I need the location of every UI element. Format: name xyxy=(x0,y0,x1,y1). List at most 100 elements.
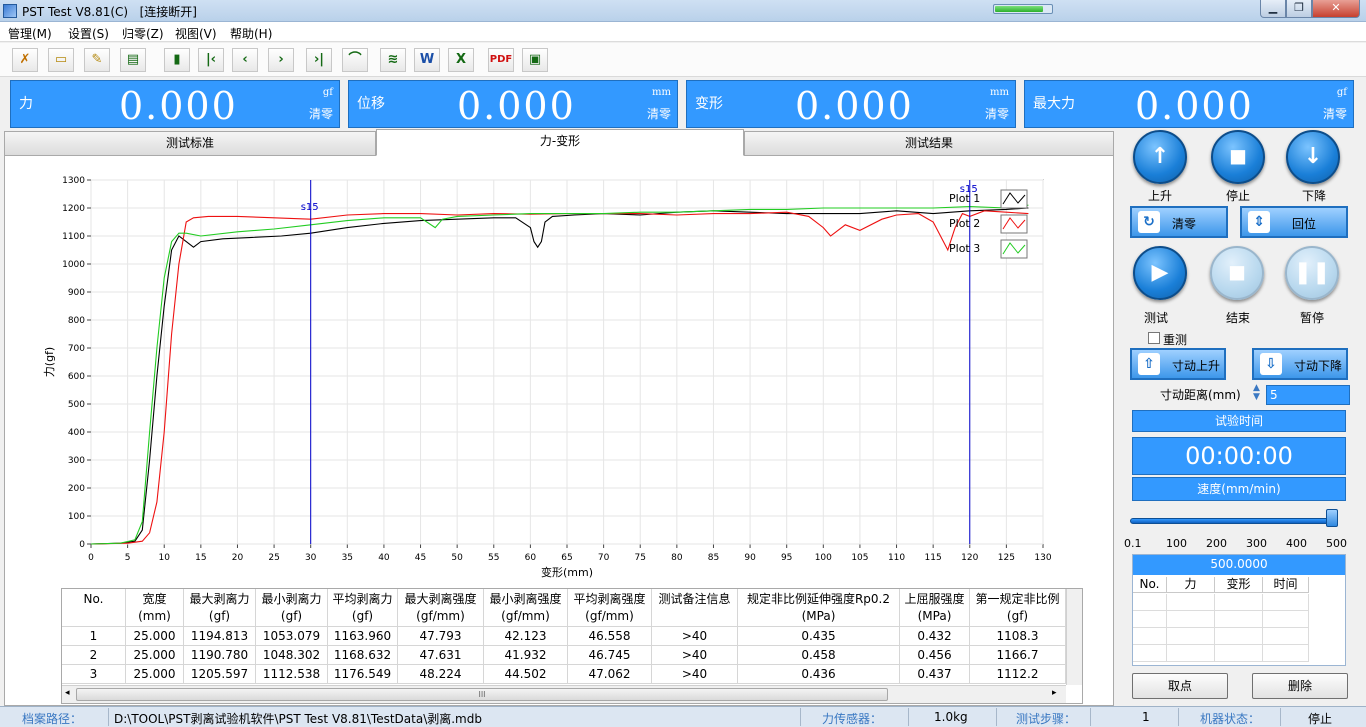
mini-table-cell[interactable] xyxy=(1167,645,1215,662)
speed-slider-thumb[interactable] xyxy=(1326,509,1338,527)
column-header[interactable]: 上屈服强度 (MPa) xyxy=(900,589,970,627)
table-cell[interactable]: 48.224 xyxy=(398,665,484,684)
tools-icon[interactable]: ✗ xyxy=(12,48,38,72)
menu-zero[interactable]: 归零(Z) xyxy=(122,25,164,42)
mini-table-cell[interactable] xyxy=(1133,594,1167,611)
column-header[interactable]: 最小剥离强度 (gf/mm) xyxy=(484,589,568,627)
tab-test-results[interactable]: 测试结果 xyxy=(744,131,1114,156)
column-header[interactable]: 测试备注信息 xyxy=(652,589,738,627)
table-cell[interactable]: 46.745 xyxy=(568,646,652,665)
speed-slider-track[interactable] xyxy=(1130,518,1338,524)
spinner-icon[interactable]: ▲ ▼ xyxy=(1253,384,1260,402)
maximize-button[interactable]: ❐ xyxy=(1286,0,1312,18)
table-cell[interactable]: 1194.813 xyxy=(184,627,256,646)
up-button[interactable]: ↑ xyxy=(1133,130,1187,184)
pdf-icon[interactable]: PDF xyxy=(488,48,514,72)
table-cell[interactable]: 1053.079 xyxy=(256,627,328,646)
force-zero-button[interactable]: 清零 xyxy=(309,105,333,122)
mini-table-cell[interactable] xyxy=(1263,628,1309,645)
displacement-zero-button[interactable]: 清零 xyxy=(647,105,671,122)
table-cell[interactable]: 0.432 xyxy=(900,627,970,646)
mini-table-cell[interactable] xyxy=(1133,645,1167,662)
word-icon[interactable]: W xyxy=(414,48,440,72)
table-cell[interactable]: 44.502 xyxy=(484,665,568,684)
tab-test-standard[interactable]: 测试标准 xyxy=(4,131,376,156)
table-cell[interactable]: 25.000 xyxy=(126,646,184,665)
table-cell[interactable]: 0.436 xyxy=(738,665,900,684)
mini-table-cell[interactable] xyxy=(1167,628,1215,645)
edit-report-icon[interactable]: ✎ xyxy=(84,48,110,72)
table-cell[interactable]: 1163.960 xyxy=(328,627,398,646)
table-cell[interactable]: 1190.780 xyxy=(184,646,256,665)
table-cell[interactable]: >40 xyxy=(652,646,738,665)
table-cell[interactable]: 0.437 xyxy=(900,665,970,684)
table-cell[interactable]: 0.435 xyxy=(738,627,900,646)
next-icon[interactable]: › xyxy=(268,48,294,72)
table-vertical-scrollbar[interactable] xyxy=(1066,589,1082,685)
last-icon[interactable]: ›| xyxy=(306,48,332,72)
mini-table-header[interactable]: 变形 xyxy=(1215,577,1263,593)
pause-button[interactable]: ❚❚ xyxy=(1285,246,1339,300)
zero-button[interactable]: ↻ 清零 xyxy=(1130,206,1228,238)
jog-down-button[interactable]: ⇩ 寸动下降 xyxy=(1252,348,1348,380)
down-button[interactable]: ↓ xyxy=(1286,130,1340,184)
test-button[interactable]: ▶ xyxy=(1133,246,1187,300)
scroll-left-icon[interactable]: ◂ xyxy=(65,688,70,698)
table-cell[interactable]: 0.456 xyxy=(900,646,970,665)
tab-force-deformation[interactable]: 力-变形 xyxy=(376,129,744,156)
delete-button[interactable]: 删除 xyxy=(1252,673,1348,699)
table-cell[interactable]: 1112.538 xyxy=(256,665,328,684)
table-cell[interactable]: 1176.549 xyxy=(328,665,398,684)
column-header[interactable]: 最小剥离力 (gf) xyxy=(256,589,328,627)
mini-table-header[interactable]: 时间 xyxy=(1263,577,1309,593)
deformation-zero-button[interactable]: 清零 xyxy=(985,105,1009,122)
end-button[interactable]: ◼ xyxy=(1210,246,1264,300)
mini-table-cell[interactable] xyxy=(1263,645,1309,662)
mini-table-cell[interactable] xyxy=(1167,611,1215,628)
table-cell[interactable]: 25.000 xyxy=(126,627,184,646)
mini-table-cell[interactable] xyxy=(1215,611,1263,628)
table-cell[interactable]: 46.558 xyxy=(568,627,652,646)
mini-table-header[interactable]: No. xyxy=(1133,577,1167,593)
return-button[interactable]: ⇕ 回位 xyxy=(1240,206,1348,238)
excel-icon[interactable]: X xyxy=(448,48,474,72)
jog-up-button[interactable]: ⇧ 寸动上升 xyxy=(1130,348,1226,380)
pick-point-button[interactable]: 取点 xyxy=(1132,673,1228,699)
curve-icon[interactable]: ⌒ xyxy=(342,48,368,72)
save-icon[interactable]: ▮ xyxy=(164,48,190,72)
mini-table-cell[interactable] xyxy=(1215,628,1263,645)
table-cell[interactable]: 2 xyxy=(62,646,126,665)
table-cell[interactable]: 41.932 xyxy=(484,646,568,665)
table-cell[interactable]: >40 xyxy=(652,665,738,684)
column-header[interactable]: 规定非比例延伸强度Rp0.2 (MPa) xyxy=(738,589,900,627)
stop-button[interactable]: ◼ xyxy=(1211,130,1265,184)
open-folder-icon[interactable]: ▭ xyxy=(48,48,74,72)
table-cell[interactable]: 1048.302 xyxy=(256,646,328,665)
table-cell[interactable]: 47.062 xyxy=(568,665,652,684)
mini-table-cell[interactable] xyxy=(1215,594,1263,611)
table-cell[interactable]: 1205.597 xyxy=(184,665,256,684)
mini-table-cell[interactable] xyxy=(1263,594,1309,611)
menu-view[interactable]: 视图(V) xyxy=(175,25,217,42)
menu-settings[interactable]: 设置(S) xyxy=(68,25,109,42)
minimize-button[interactable]: ▁ xyxy=(1260,0,1286,18)
mini-table-cell[interactable] xyxy=(1167,594,1215,611)
column-header[interactable]: 宽度 (mm) xyxy=(126,589,184,627)
table-cell[interactable]: 25.000 xyxy=(126,665,184,684)
table-cell[interactable]: 0.458 xyxy=(738,646,900,665)
table-cell[interactable]: 1166.7 xyxy=(970,646,1066,665)
menu-manage[interactable]: 管理(M) xyxy=(8,25,52,42)
table-cell[interactable]: >40 xyxy=(652,627,738,646)
column-header[interactable]: 平均剥离力 (gf) xyxy=(328,589,398,627)
mini-table-cell[interactable] xyxy=(1133,628,1167,645)
export-icon[interactable]: ▤ xyxy=(120,48,146,72)
column-header[interactable]: 最大剥离强度 (gf/mm) xyxy=(398,589,484,627)
mini-table-cell[interactable] xyxy=(1133,611,1167,628)
multi-curve-icon[interactable]: ≋ xyxy=(380,48,406,72)
table-cell[interactable]: 1108.3 xyxy=(970,627,1066,646)
prev-icon[interactable]: ‹ xyxy=(232,48,258,72)
table-cell[interactable]: 3 xyxy=(62,665,126,684)
table-cell[interactable]: 47.793 xyxy=(398,627,484,646)
table-cell[interactable]: 1 xyxy=(62,627,126,646)
menu-help[interactable]: 帮助(H) xyxy=(230,25,272,42)
